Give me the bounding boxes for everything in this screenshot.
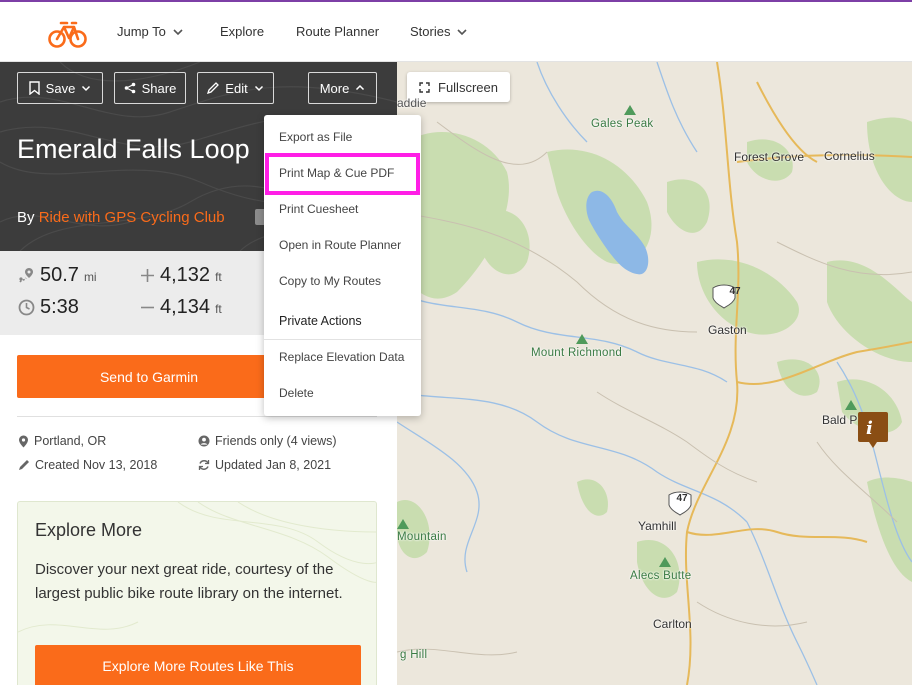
distance-stat: 50.7 mi — [18, 264, 97, 287]
place-forest-grove: Forest Grove — [734, 150, 805, 164]
share-button-label: Share — [141, 80, 177, 96]
duration-value: 5:38 — [40, 296, 79, 318]
route-map[interactable]: 47 47 i Fullscreen Forest Grove Corneliu… — [397, 62, 912, 685]
explore-more-routes-label: Explore More Routes Like This — [102, 658, 294, 674]
share-icon — [124, 82, 135, 94]
nav-stories[interactable]: Stories — [410, 24, 468, 39]
explore-more-description: Discover your next great ride, courtesy … — [35, 561, 343, 602]
place-g-hill: g Hill — [400, 649, 428, 661]
plus-icon — [141, 269, 154, 282]
updated-meta: Updated Jan 8, 2021 — [198, 458, 331, 472]
share-button[interactable]: Share — [114, 72, 186, 104]
menu-print-cuesheet[interactable]: Print Cuesheet — [279, 202, 358, 216]
info-icon[interactable]: i — [866, 418, 873, 439]
menu-open-in-route-planner[interactable]: Open in Route Planner — [279, 238, 401, 252]
peak-mountain: Mountain — [397, 531, 447, 543]
place-gaston: Gaston — [708, 323, 747, 337]
send-to-garmin-button[interactable]: Send to Garmin — [17, 355, 281, 398]
place-bald: Bald P — [822, 413, 858, 427]
route-byline: By Ride with GPS Cycling Club — [17, 209, 225, 226]
nav-explore-label: Explore — [220, 24, 265, 39]
highway-47-label: 47 — [676, 493, 688, 504]
pencil-icon — [19, 460, 29, 470]
more-button-label: More — [319, 80, 350, 96]
chevron-down-icon — [457, 28, 468, 35]
save-button-label: Save — [45, 80, 76, 96]
elevation-loss-value: 4,134 — [160, 296, 211, 318]
send-to-garmin-label: Send to Garmin — [99, 368, 199, 385]
nav-jump-to-label: Jump To — [117, 24, 166, 39]
created-text: Created Nov 13, 2018 — [35, 458, 158, 472]
highway-47-label: 47 — [729, 286, 741, 297]
updated-text: Updated Jan 8, 2021 — [215, 458, 332, 472]
chevron-up-icon — [356, 84, 365, 91]
chevron-down-icon — [82, 85, 91, 92]
location-meta: Portland, OR — [18, 434, 106, 448]
menu-export-as-file[interactable]: Export as File — [279, 130, 352, 144]
pencil-icon — [207, 82, 220, 94]
explore-more-card: Explore More Discover your next great ri… — [17, 501, 377, 685]
fullscreen-icon — [419, 81, 430, 93]
elevation-gain-stat: 4,132 ft — [140, 264, 222, 287]
nav-stories-label: Stories — [410, 24, 451, 39]
place-addie: addie — [397, 96, 427, 110]
peak-alecs-butte: Alecs Butte — [630, 570, 692, 582]
created-meta: Created Nov 13, 2018 — [18, 458, 157, 472]
map-pin-icon — [19, 435, 28, 447]
highlight-box — [265, 153, 420, 195]
location-text: Portland, OR — [34, 434, 107, 448]
info-marker — [858, 412, 888, 448]
peak-gales-peak: Gales Peak — [591, 118, 654, 130]
explore-more-routes-button[interactable]: Explore More Routes Like This — [35, 645, 361, 685]
distance-unit: mi — [83, 270, 97, 284]
nav-explore[interactable]: Explore — [220, 24, 264, 39]
chevron-down-icon — [173, 28, 183, 35]
privacy-text: Friends only (4 views) — [215, 434, 337, 448]
duration-stat: 5:38 — [18, 296, 79, 319]
privacy-meta: Friends only (4 views) — [198, 434, 337, 448]
menu-replace-elevation-data[interactable]: Replace Elevation Data — [279, 350, 404, 364]
chevron-down-icon — [254, 85, 263, 92]
distance-pin-icon — [19, 268, 33, 283]
minus-icon — [141, 306, 154, 309]
more-menu: Export as File Print Map & Cue PDF Print… — [264, 115, 421, 416]
peak-mount-richmond: Mount Richmond — [531, 347, 623, 359]
elevation-gain-unit: ft — [215, 270, 222, 284]
menu-private-actions-header: Private Actions — [279, 314, 362, 328]
edit-button-label: Edit — [225, 80, 248, 96]
route-title: Emerald Falls Loop — [17, 134, 250, 164]
elevation-loss-unit: ft — [215, 302, 222, 316]
place-carlton: Carlton — [653, 617, 692, 631]
nav-route-planner-label: Route Planner — [296, 24, 380, 39]
distance-value: 50.7 — [40, 264, 79, 286]
organizer-link[interactable]: Ride with GPS Cycling Club — [39, 209, 225, 226]
top-navigation: Jump To Explore Route Planner Stories — [0, 0, 912, 62]
bookmark-icon — [28, 81, 40, 95]
more-button[interactable]: More — [308, 72, 377, 104]
elevation-loss-stat: 4,134 ft — [140, 296, 222, 319]
user-icon — [198, 435, 210, 447]
elevation-gain-value: 4,132 — [160, 264, 211, 286]
clock-icon — [18, 299, 35, 316]
divider — [17, 416, 377, 417]
save-button[interactable]: Save — [17, 72, 103, 104]
place-cornelius: Cornelius — [824, 149, 875, 163]
place-yamhill: Yamhill — [638, 519, 677, 533]
explore-more-title: Explore More — [35, 520, 143, 540]
bicycle-logo-icon[interactable] — [48, 16, 88, 50]
nav-jump-to[interactable]: Jump To — [117, 24, 184, 39]
byline-prefix: By — [17, 209, 35, 226]
refresh-icon — [198, 460, 210, 470]
edit-button[interactable]: Edit — [197, 72, 274, 104]
menu-copy-to-my-routes[interactable]: Copy to My Routes — [279, 274, 381, 288]
nav-route-planner[interactable]: Route Planner — [296, 24, 379, 39]
menu-delete[interactable]: Delete — [279, 386, 314, 400]
fullscreen-label: Fullscreen — [438, 79, 498, 95]
menu-divider — [264, 339, 421, 340]
